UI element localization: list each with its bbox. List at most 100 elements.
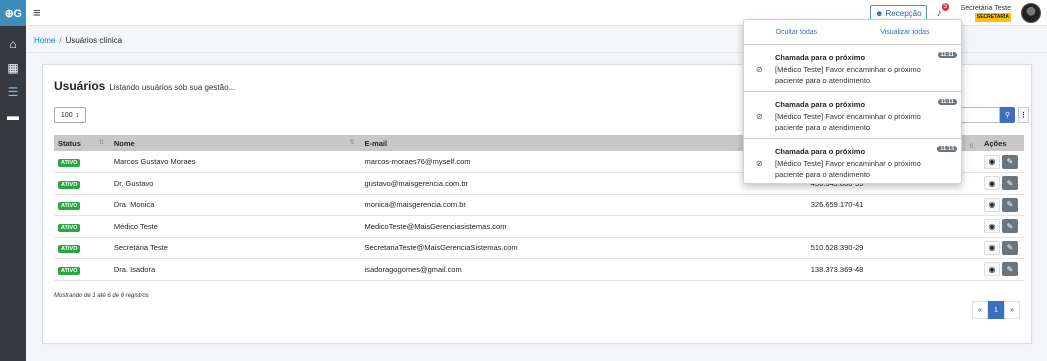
notifications-dropdown: Ocultar todas Visualizar todas ⊘ Chamada …	[743, 19, 962, 184]
pagination: « 1 »	[972, 301, 1020, 319]
notifications-bell[interactable]: ♪ 3	[936, 2, 951, 19]
breadcrumb-home-link[interactable]: Home	[34, 36, 55, 45]
sort-icon: ⇅	[349, 139, 355, 146]
page-subtitle: Listando usuários sob sua gestão...	[109, 83, 236, 92]
sidebar: ⊕G ⌂ ▦ ☰ ▬	[0, 0, 26, 361]
eye-icon: ◉	[988, 221, 996, 231]
notification-text: [Médico Teste] Favor encaminhar o próxim…	[775, 65, 921, 85]
pencil-icon: ✎	[1006, 157, 1014, 166]
notifications-header: Ocultar todas Visualizar todas	[744, 20, 961, 45]
brand-logo[interactable]: ⊕G	[0, 0, 26, 26]
email-cell: isadoragogomes@gmail.com	[364, 264, 462, 274]
eye-icon: ◉	[988, 243, 996, 253]
archive-icon[interactable]: ▬	[0, 104, 26, 128]
pagination-page-1[interactable]: 1	[988, 301, 1004, 319]
notification-item[interactable]: ⊘ Chamada para o próximo 11:13 [Médico Test…	[744, 139, 961, 186]
avatar[interactable]	[1021, 3, 1041, 23]
calendar-icon[interactable]: ▦	[0, 56, 26, 80]
home-icon[interactable]: ⌂	[0, 32, 26, 56]
notification-item[interactable]: ⊘ Chamada para o próximo 11:11 [Médico Test…	[744, 92, 961, 139]
status-badge: ATIVO	[58, 223, 81, 232]
sort-icon: ⇅	[98, 139, 104, 146]
view-all-link[interactable]: Visualizar todas	[880, 29, 929, 36]
eye-slash-icon[interactable]: ⊘	[756, 159, 763, 168]
eye-slash-icon[interactable]: ⊘	[756, 112, 763, 121]
email-cell: MedicoTeste@MaisGerenciasistemas.com	[364, 221, 507, 231]
users-icon: ☻	[875, 8, 884, 18]
eye-icon: ◉	[988, 157, 996, 166]
menu-toggle-icon[interactable]: ≡	[33, 5, 41, 20]
table-info: Mostrando de 1 até 6 de 6 registros	[54, 293, 149, 299]
col-status[interactable]: Status ⇅	[54, 135, 110, 151]
pencil-icon: ✎	[1006, 178, 1014, 188]
eye-slash-icon[interactable]: ⊘	[756, 65, 763, 74]
view-button[interactable]: ◉	[984, 197, 1000, 212]
status-cell: ATIVO	[54, 216, 110, 238]
status-badge: ATIVO	[58, 202, 81, 211]
eye-icon: ◉	[988, 264, 996, 274]
col-nome[interactable]: Nome ⇅	[110, 135, 361, 151]
actions-cell: ◉ ✎	[980, 237, 1024, 259]
search-icon: ⚲	[1004, 112, 1011, 119]
actions-cell: ◉ ✎	[980, 194, 1024, 216]
status-cell: ATIVO	[54, 237, 110, 259]
more-options-button[interactable]: ⋮	[1018, 107, 1029, 123]
col-email[interactable]: E-mail⇅	[361, 135, 807, 151]
edit-button[interactable]: ✎	[1002, 240, 1018, 255]
pencil-icon: ✎	[1006, 221, 1014, 231]
email-cell: marcos-moraes76@myself.com	[364, 157, 471, 166]
search-button[interactable]: ⚲	[1000, 107, 1015, 123]
view-button[interactable]: ◉	[984, 262, 1000, 277]
user-info[interactable]: Secretária Teste SECRETARIA	[961, 4, 1011, 22]
status-badge: ATIVO	[58, 159, 81, 167]
view-button[interactable]: ◉	[984, 240, 1000, 255]
actions-cell: ◉ ✎	[980, 173, 1024, 195]
edit-button[interactable]: ✎	[1002, 154, 1018, 169]
status-cell: ATIVO	[54, 173, 110, 195]
view-button[interactable]: ◉	[984, 219, 1000, 234]
notification-title: Chamada para o próximo	[775, 53, 866, 62]
breadcrumb: Home / Usuários clínica	[34, 36, 122, 45]
actions-cell: ◉ ✎	[980, 151, 1024, 173]
sort-icon: ⇅	[968, 144, 974, 150]
table-row: ATIVO Dra. Isadora isadoragogomes@gmail.co…	[54, 259, 1024, 281]
notification-item[interactable]: ⊘ Chamada para o próximo 11:11 [Médico Test…	[744, 45, 961, 92]
status-badge: ATIVO	[58, 266, 81, 275]
table-row: ATIVO Dra. Monica monica@maisgerencia.com.…	[54, 194, 1024, 216]
notification-time-badge: 11:11	[937, 99, 957, 105]
hide-all-link[interactable]: Ocultar todas	[776, 29, 818, 36]
notification-title: Chamada para o próximo	[775, 147, 866, 156]
notification-time-badge: 11:13	[937, 146, 957, 152]
pencil-icon: ✎	[1006, 243, 1014, 253]
edit-button[interactable]: ✎	[1002, 197, 1018, 212]
name-cell: Dra. Isadora	[113, 264, 156, 274]
status-badge: ATIVO	[58, 180, 81, 189]
pagination-next[interactable]: »	[1004, 301, 1020, 319]
user-name: Secretária Teste	[960, 5, 1011, 12]
cpf-cell: 326.659.170-41	[810, 200, 864, 210]
col-acoes: Ações	[983, 138, 1007, 148]
breadcrumb-current: Usuários clínica	[65, 36, 123, 45]
status-cell: ATIVO	[54, 151, 110, 173]
edit-button[interactable]: ✎	[1002, 219, 1018, 234]
list-icon[interactable]: ☰	[0, 80, 26, 104]
cpf-cell: 510.528.390-29	[810, 243, 864, 253]
actions-cell: ◉ ✎	[980, 259, 1024, 281]
view-button[interactable]: ◉	[984, 154, 1000, 169]
edit-button[interactable]: ✎	[1002, 176, 1018, 191]
name-cell: Dra. Monica	[113, 200, 155, 210]
email-cell: SecretariaTeste@MaisGerenciaSistemas.com	[364, 243, 518, 253]
view-button[interactable]: ◉	[984, 176, 1000, 191]
bell-icon: ♪	[936, 7, 942, 19]
cpf-cell	[807, 216, 980, 238]
edit-button[interactable]: ✎	[1002, 262, 1018, 277]
page-size-value: 100	[60, 111, 73, 119]
select-arrow-icon: ↕	[75, 111, 80, 119]
page-size-select[interactable]: 100 ↕	[54, 107, 86, 123]
status-badge: ATIVO	[58, 245, 81, 254]
card-header: Usuários Listando usuários sob sua gestã…	[54, 79, 235, 93]
pencil-icon: ✎	[1006, 264, 1014, 274]
name-cell: Médico Teste	[113, 221, 158, 231]
pagination-prev[interactable]: «	[972, 301, 988, 319]
user-role-badge: SECRETARIA	[974, 13, 1011, 22]
